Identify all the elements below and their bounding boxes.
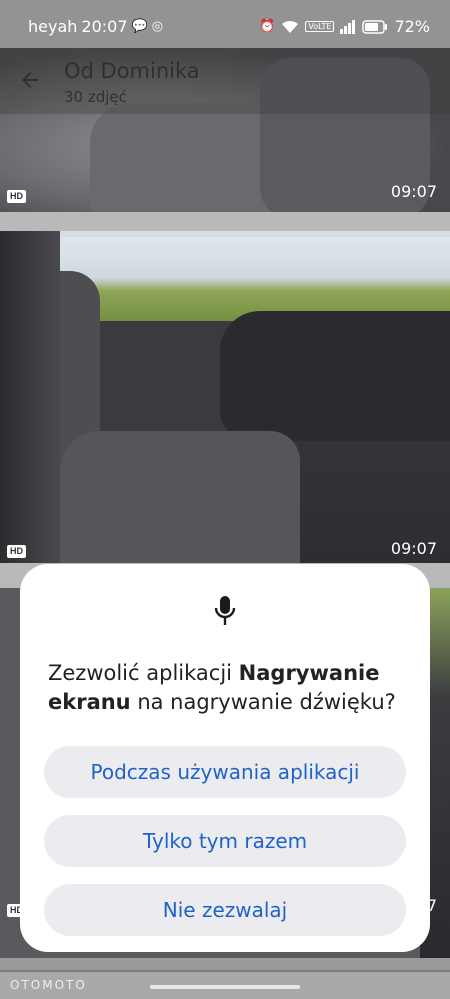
back-arrow-icon[interactable] [18, 68, 42, 92]
car-dashboard [220, 311, 450, 441]
prompt-text: na nagrywanie dźwięku? [130, 690, 396, 714]
photo-2[interactable]: HD 09:07 [0, 231, 450, 563]
clock: 20:07 [81, 17, 128, 36]
microphone-icon [214, 596, 236, 625]
app-notification-icon: ◎ [151, 19, 164, 34]
photo-time: 09:07 [390, 182, 437, 201]
carrier-name: heyah [28, 17, 78, 36]
permission-prompt: Zezwolić aplikacji Nagrywanie ekranu na … [48, 659, 408, 717]
signal-icon [340, 19, 356, 34]
volte-badge: VoLTE [305, 21, 335, 32]
chat-bubble-icon: 💬 [131, 19, 148, 34]
allow-while-using-button[interactable]: Podczas używania aplikacji [44, 746, 406, 798]
deny-button[interactable]: Nie zezwalaj [44, 884, 406, 936]
prompt-text: Zezwolić aplikacji [48, 661, 239, 685]
separator [0, 212, 450, 231]
permission-dialog: Zezwolić aplikacji Nagrywanie ekranu na … [20, 564, 430, 952]
gallery-header: Od Dominika 30 zdjęć [0, 48, 450, 114]
allow-only-this-time-button[interactable]: Tylko tym razem [44, 815, 406, 867]
car-pillar [0, 231, 60, 563]
photo-time: 09:07 [390, 539, 437, 558]
gesture-handle[interactable] [150, 985, 300, 989]
hd-badge: HD [7, 545, 26, 558]
battery-icon [362, 19, 388, 34]
navigation-bar: OTOMOTO [0, 972, 450, 999]
alarm-icon: ⏰ [259, 19, 276, 34]
hd-badge: HD [7, 190, 26, 203]
gallery-subtitle: 30 zdjęć [64, 88, 127, 106]
brand-watermark: OTOMOTO [10, 978, 87, 992]
battery-percent: 72% [394, 17, 430, 36]
wifi-icon [282, 20, 299, 33]
car-seat [60, 431, 300, 563]
photo-4[interactable] [0, 958, 450, 970]
status-bar: heyah 20:07 💬 ◎ ⏰ VoLTE 72% [0, 0, 450, 48]
gallery-title: Od Dominika [64, 59, 200, 83]
